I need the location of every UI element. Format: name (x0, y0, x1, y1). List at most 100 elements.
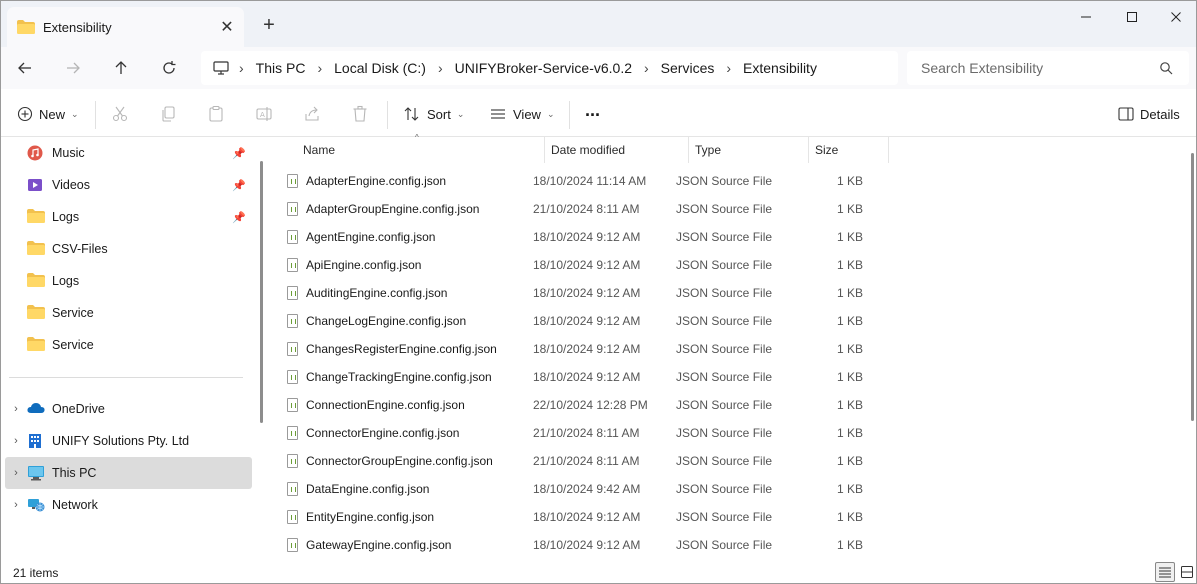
json-file-icon (287, 538, 298, 552)
arrow-up-icon (115, 61, 127, 74)
plus-circle-icon (17, 106, 33, 122)
file-row[interactable]: ApiEngine.config.json 18/10/2024 9:12 AM… (287, 251, 887, 279)
file-row[interactable]: GatewayEngine.config.json 18/10/2024 9:1… (287, 531, 887, 559)
column-header-size[interactable]: Size (809, 137, 889, 163)
folder-icon (27, 241, 45, 257)
building-icon (27, 433, 45, 449)
refresh-button[interactable] (151, 51, 187, 85)
paste-button[interactable] (207, 99, 225, 129)
column-header-date[interactable]: Date modified (545, 137, 689, 163)
arrow-left-icon (18, 62, 31, 74)
file-row[interactable]: EntityEngine.config.json 18/10/2024 9:12… (287, 503, 887, 531)
clipboard-icon (209, 105, 223, 122)
close-tab-icon[interactable]: ✕ (214, 14, 240, 40)
status-bar: 21 items (1, 561, 1196, 583)
tiles-view-button[interactable] (1177, 562, 1196, 582)
chevron-right-icon[interactable]: › (313, 60, 326, 76)
chevron-right-icon[interactable]: › (235, 60, 248, 76)
chevron-right-icon[interactable]: › (640, 60, 653, 76)
minimize-button[interactable] (1063, 1, 1109, 33)
pin-icon[interactable]: 📌 (232, 147, 252, 160)
rename-button[interactable]: A (255, 99, 273, 129)
sort-icon (404, 107, 419, 121)
breadcrumb-this-pc[interactable]: This PC (248, 60, 314, 76)
json-file-icon (287, 174, 298, 188)
folder-icon (27, 337, 45, 353)
json-file-icon (287, 482, 298, 496)
file-row[interactable]: ConnectorEngine.config.json 21/10/2024 8… (287, 419, 887, 447)
chevron-right-icon[interactable]: › (5, 467, 27, 479)
videos-icon (27, 177, 45, 193)
details-pane-button[interactable]: Details (1118, 99, 1180, 129)
view-lines-icon (491, 109, 505, 119)
file-row[interactable]: AdapterEngine.config.json 18/10/2024 11:… (287, 167, 887, 195)
up-button[interactable] (103, 51, 139, 85)
folder-icon (27, 209, 45, 225)
new-button[interactable]: New ⌄ (17, 99, 79, 129)
divider (569, 101, 570, 129)
back-button[interactable] (7, 51, 43, 85)
copy-button[interactable] (159, 99, 177, 129)
chevron-right-icon[interactable]: › (722, 60, 735, 76)
sidebar-item-music[interactable]: Music 📌 (5, 137, 252, 169)
sidebar-scrollbar[interactable] (260, 161, 263, 423)
forward-button[interactable] (55, 51, 91, 85)
sidebar-item-csv-files[interactable]: CSV-Files (5, 233, 252, 265)
sidebar-item-videos[interactable]: Videos 📌 (5, 169, 252, 201)
chevron-right-icon[interactable]: › (5, 403, 27, 415)
file-row[interactable]: ChangeTrackingEngine.config.json 18/10/2… (287, 363, 887, 391)
share-button[interactable] (303, 99, 321, 129)
chevron-right-icon[interactable]: › (434, 60, 447, 76)
sidebar-item-logs-2[interactable]: Logs (5, 265, 252, 297)
file-row[interactable]: ConnectorGroupEngine.config.json 21/10/2… (287, 447, 887, 475)
sidebar-item-unify-solutions[interactable]: › UNIFY Solutions Pty. Ltd (5, 425, 252, 457)
file-row[interactable]: ChangesRegisterEngine.config.json 18/10/… (287, 335, 887, 363)
file-row[interactable]: AgentEngine.config.json 18/10/2024 9:12 … (287, 223, 887, 251)
sidebar-item-service-2[interactable]: Service (5, 329, 252, 361)
address-bar[interactable]: › This PC › Local Disk (C:) › UNIFYBroke… (201, 51, 898, 85)
file-row[interactable]: AdapterGroupEngine.config.json 21/10/202… (287, 195, 887, 223)
breadcrumb-local-disk[interactable]: Local Disk (C:) (326, 60, 434, 76)
file-row[interactable]: AuditingEngine.config.json 18/10/2024 9:… (287, 279, 887, 307)
rename-icon: A (256, 107, 272, 121)
view-button[interactable]: View ⌄ (489, 99, 555, 129)
divider (387, 101, 388, 129)
monitor-icon (27, 465, 45, 481)
close-window-button[interactable] (1153, 1, 1196, 33)
sidebar-item-service[interactable]: Service (5, 297, 252, 329)
delete-button[interactable] (351, 99, 369, 129)
new-tab-button[interactable]: + (255, 11, 283, 39)
json-file-icon (287, 314, 298, 328)
more-options-button[interactable]: ... (585, 95, 600, 125)
sidebar-item-onedrive[interactable]: › OneDrive (5, 393, 252, 425)
json-file-icon (287, 230, 298, 244)
sidebar-item-network[interactable]: › Network (5, 489, 252, 521)
json-file-icon (287, 258, 298, 272)
search-input[interactable]: Search Extensibility (907, 51, 1189, 85)
sidebar-item-logs[interactable]: Logs 📌 (5, 201, 252, 233)
json-file-icon (287, 286, 298, 300)
file-row[interactable]: DataEngine.config.json 18/10/2024 9:42 A… (287, 475, 887, 503)
cut-button[interactable] (111, 99, 129, 129)
chevron-right-icon[interactable]: › (5, 435, 27, 447)
pin-icon[interactable]: 📌 (232, 179, 252, 192)
sidebar-item-this-pc[interactable]: › This PC (5, 457, 252, 489)
breadcrumb-extensibility[interactable]: Extensibility (735, 60, 825, 76)
file-row[interactable]: ChangeLogEngine.config.json 18/10/2024 9… (287, 307, 887, 335)
column-header-type[interactable]: Type (689, 137, 809, 163)
column-header-name[interactable]: Name (297, 137, 545, 163)
tab-extensibility[interactable]: Extensibility ✕ (7, 7, 244, 47)
share-icon (305, 106, 319, 121)
search-icon (1160, 62, 1173, 75)
breadcrumb-unifybroker[interactable]: UNIFYBroker-Service-v6.0.2 (447, 60, 640, 76)
network-icon (27, 497, 45, 513)
item-count: 21 items (13, 566, 59, 580)
sort-button[interactable]: Sort ⌄ (403, 99, 464, 129)
file-list-scrollbar[interactable] (1191, 153, 1194, 421)
maximize-button[interactable] (1109, 1, 1155, 33)
pin-icon[interactable]: 📌 (232, 211, 252, 224)
file-row[interactable]: ConnectionEngine.config.json 22/10/2024 … (287, 391, 887, 419)
breadcrumb-services[interactable]: Services (653, 60, 723, 76)
chevron-right-icon[interactable]: › (5, 499, 27, 511)
details-view-button[interactable] (1155, 562, 1175, 582)
